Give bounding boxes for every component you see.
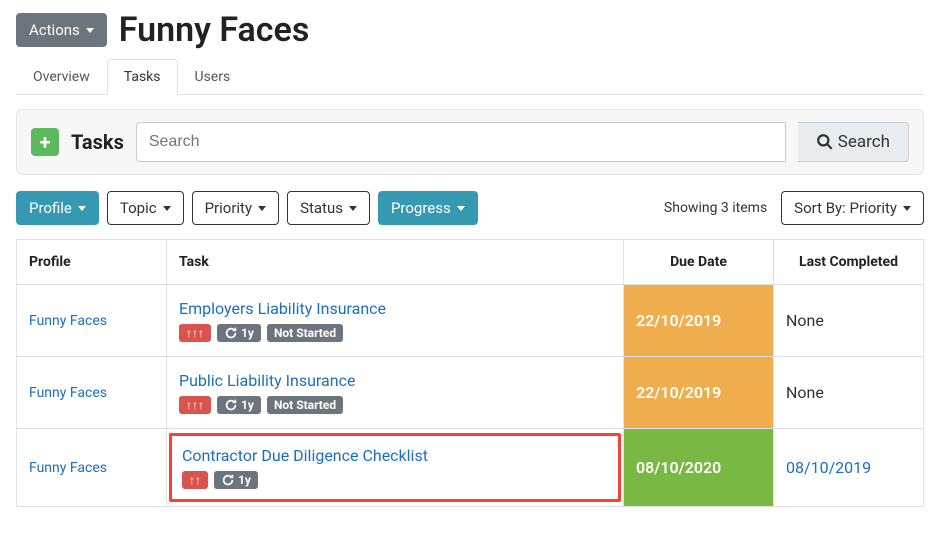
last-completed-link[interactable]: 08/10/2019 bbox=[786, 458, 871, 477]
tab-tasks[interactable]: Tasks bbox=[107, 59, 178, 95]
due-date-cell: 22/10/2019 bbox=[624, 357, 774, 429]
search-button-label: Search bbox=[838, 132, 890, 152]
add-task-button[interactable]: + bbox=[31, 128, 59, 156]
sort-button[interactable]: Sort By: Priority bbox=[781, 191, 924, 225]
search-button[interactable]: Search bbox=[798, 122, 909, 162]
last-completed-cell: 08/10/2019 bbox=[774, 429, 924, 507]
task-link[interactable]: Employers Liability Insurance bbox=[179, 299, 611, 318]
search-icon bbox=[816, 133, 834, 151]
caret-down-icon bbox=[86, 28, 94, 33]
th-last: Last Completed bbox=[774, 240, 924, 285]
actions-label: Actions bbox=[29, 21, 80, 39]
actions-button[interactable]: Actions bbox=[16, 13, 107, 47]
priority-badge: ↑↑↑ bbox=[179, 396, 211, 414]
th-profile: Profile bbox=[17, 240, 167, 285]
search-panel: + Tasks Search bbox=[16, 109, 924, 175]
caret-down-icon bbox=[349, 206, 357, 211]
caret-down-icon bbox=[457, 206, 465, 211]
priority-badge: ↑↑↑ bbox=[179, 324, 211, 342]
profile-link[interactable]: Funny Faces bbox=[29, 313, 107, 329]
task-link[interactable]: Contractor Due Diligence Checklist bbox=[182, 446, 608, 465]
plus-icon: + bbox=[40, 130, 51, 154]
due-date-cell: 22/10/2019 bbox=[624, 285, 774, 357]
tab-overview[interactable]: Overview bbox=[16, 59, 107, 95]
showing-count: Showing 3 items bbox=[664, 200, 767, 216]
th-task: Task bbox=[167, 240, 624, 285]
caret-down-icon bbox=[903, 206, 911, 211]
caret-down-icon bbox=[258, 206, 266, 211]
filter-topic[interactable]: Topic bbox=[107, 191, 184, 225]
table-row: Funny Faces Employers Liability Insurance… bbox=[17, 285, 924, 357]
tabs: Overview Tasks Users bbox=[16, 58, 924, 95]
table-row: Funny Faces Public Liability Insurance ↑↑↑… bbox=[17, 357, 924, 429]
task-link[interactable]: Public Liability Insurance bbox=[179, 371, 611, 390]
profile-link[interactable]: Funny Faces bbox=[29, 385, 107, 401]
panel-label: Tasks bbox=[71, 130, 124, 154]
filter-profile[interactable]: Profile bbox=[16, 191, 99, 225]
cycle-badge: 1y bbox=[217, 324, 261, 342]
tab-users[interactable]: Users bbox=[178, 59, 248, 95]
page-title: Funny Faces bbox=[119, 10, 310, 50]
status-badge: Not Started bbox=[267, 396, 343, 414]
cycle-badge: 1y bbox=[217, 396, 261, 414]
th-due: Due Date bbox=[624, 240, 774, 285]
table-row: Funny Faces Contractor Due Diligence Chec… bbox=[17, 429, 924, 507]
caret-down-icon bbox=[78, 206, 86, 211]
filter-priority[interactable]: Priority bbox=[192, 191, 279, 225]
priority-badge: ↑↑ bbox=[182, 471, 208, 489]
caret-down-icon bbox=[163, 206, 171, 211]
status-badge: Not Started bbox=[267, 324, 343, 342]
due-date-cell: 08/10/2020 bbox=[624, 429, 774, 507]
last-completed-cell: None bbox=[774, 357, 924, 429]
filter-status[interactable]: Status bbox=[287, 191, 370, 225]
filter-progress[interactable]: Progress bbox=[378, 191, 478, 225]
profile-link[interactable]: Funny Faces bbox=[29, 460, 107, 476]
search-input[interactable] bbox=[136, 122, 786, 162]
cycle-badge: 1y bbox=[214, 471, 258, 489]
filter-row: Profile Topic Priority Status Progress S… bbox=[16, 191, 924, 225]
last-completed-cell: None bbox=[774, 285, 924, 357]
tasks-table: Profile Task Due Date Last Completed Fun… bbox=[16, 239, 924, 507]
